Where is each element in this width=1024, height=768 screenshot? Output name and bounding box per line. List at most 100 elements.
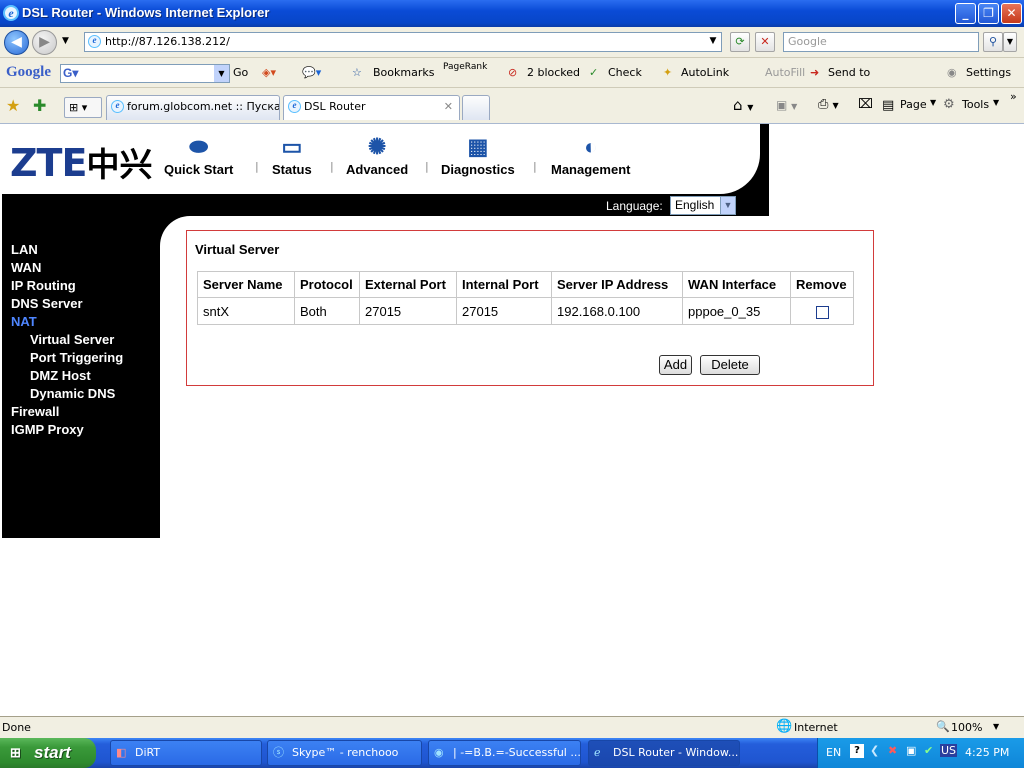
popup-blocker-icon: ⊘ — [508, 66, 518, 79]
sidebar-item-wan[interactable]: WAN — [11, 260, 41, 275]
address-dropdown-icon[interactable]: ▼ — [705, 32, 721, 52]
tools-icon: ⚙ — [943, 97, 955, 112]
home-icon[interactable]: ⌂ ▼ — [733, 96, 753, 114]
search-options-icon[interactable]: ▼ — [1003, 32, 1017, 52]
tab-label: forum.globcom.net :: Пуска... — [127, 100, 280, 113]
system-tray: EN ? ❮ ✖ ▣ ✔ US 4:25 PM — [817, 738, 1024, 768]
tools-menu[interactable]: Tools — [962, 98, 989, 111]
search-icon[interactable]: ⚲ — [983, 32, 1003, 52]
language-indicator[interactable]: EN — [826, 746, 841, 759]
nav-status[interactable]: ▭ Status — [272, 134, 312, 177]
antivirus-icon[interactable]: ✖ — [888, 744, 897, 757]
column-header: Remove — [790, 271, 854, 298]
sidebar-item-virtual-server[interactable]: Virtual Server — [30, 332, 114, 347]
bookmarks-menu[interactable]: Bookmarks — [373, 66, 434, 79]
google-chat-icon[interactable]: 💬▾ — [302, 66, 321, 79]
maximize-button[interactable]: ❐ — [978, 3, 999, 24]
stop-icon[interactable]: ✕ — [755, 32, 775, 52]
quick-start-icon: ⬬ — [189, 134, 209, 159]
google-g-icon: G▾ — [63, 66, 79, 80]
sidebar-item-igmp-proxy[interactable]: IGMP Proxy — [11, 422, 84, 437]
task-skype[interactable]: ⓢ Skype™ - renchooo — [267, 740, 422, 766]
sidebar-item-nat[interactable]: NAT — [11, 314, 37, 329]
remove-checkbox[interactable] — [815, 305, 829, 319]
sidebar-item-dynamic-dns[interactable]: Dynamic DNS — [30, 386, 115, 401]
chat-icon: ◉ — [434, 746, 444, 759]
check-button[interactable]: Check — [608, 66, 642, 79]
feeds-icon[interactable]: ▣ ▼ — [776, 98, 797, 112]
sidebar-item-lan[interactable]: LAN — [11, 242, 38, 257]
sidebar-item-ip-routing[interactable]: IP Routing — [11, 278, 76, 293]
zoom-level[interactable]: 100% — [951, 721, 982, 734]
add-favorite-icon[interactable]: ✚ — [33, 96, 46, 115]
google-search-dropdown-icon[interactable]: ▼ — [214, 65, 229, 82]
network-icon[interactable]: ▣ — [906, 744, 916, 757]
star-icon: ☆ — [352, 66, 362, 79]
keyboard-layout[interactable]: US — [940, 744, 958, 757]
help-icon[interactable]: ? — [850, 744, 864, 758]
pagerank-label: PageRank — [443, 62, 488, 72]
sidebar-item-firewall[interactable]: Firewall — [11, 404, 59, 419]
tab-forum[interactable]: e forum.globcom.net :: Пуска... — [106, 95, 280, 120]
google-bookmark-icon[interactable]: ◈▾ — [262, 66, 276, 79]
chevron-left-icon[interactable]: ❮ — [870, 744, 879, 757]
zoom-icon: 🔍 — [936, 720, 950, 733]
task-dsl-router[interactable]: ℯ DSL Router - Window... — [588, 740, 740, 766]
print-icon[interactable]: ⎙ ▼ — [818, 97, 839, 112]
sidebar-item-port-triggering[interactable]: Port Triggering — [30, 350, 123, 365]
google-go-button[interactable]: Go — [233, 66, 248, 79]
delete-button[interactable]: Delete — [700, 355, 760, 375]
chevron-more-icon[interactable]: » — [1010, 90, 1017, 103]
language-select[interactable]: English ▼ — [670, 196, 736, 215]
sidebar-item-dns-server[interactable]: DNS Server — [11, 296, 83, 311]
column-header: WAN Interface — [682, 271, 791, 298]
forward-button[interactable]: ▶ — [32, 30, 57, 55]
page-menu[interactable]: Page — [900, 98, 927, 111]
minimize-button[interactable]: _ — [955, 3, 976, 24]
autofill-button[interactable]: AutoFill — [765, 66, 805, 79]
research-icon[interactable]: ⌧ — [858, 97, 873, 112]
autolink-button[interactable]: AutoLink — [681, 66, 729, 79]
column-header: Server IP Address — [551, 271, 683, 298]
window-titlebar[interactable]: e DSL Router - Windows Internet Explorer… — [0, 0, 1024, 27]
nav-quick-start[interactable]: ⬬ Quick Start — [164, 134, 233, 177]
new-tab-button[interactable] — [462, 95, 490, 120]
advanced-icon: ✺ — [367, 134, 387, 159]
virtual-server-table: Server Name Protocol External Port Inter… — [197, 271, 854, 325]
quick-tabs-icon[interactable]: ⊞ ▾ — [64, 97, 102, 118]
settings-button[interactable]: Settings — [966, 66, 1011, 79]
search-input[interactable]: Google — [783, 32, 979, 52]
zoom-dropdown-icon[interactable]: ▼ — [993, 722, 999, 731]
popup-blocked-count[interactable]: 2 blocked — [527, 66, 580, 79]
language-label: Language: — [606, 199, 663, 213]
tab-ie-icon: e — [288, 100, 301, 113]
close-button[interactable]: ✕ — [1001, 3, 1022, 24]
sidebar-item-dmz-host[interactable]: DMZ Host — [30, 368, 91, 383]
google-search-input[interactable]: G▾ ▼ — [60, 64, 230, 83]
task-chat[interactable]: ◉ | -=B.B.=-Successful ... — [428, 740, 581, 766]
cell-external-port: 27015 — [359, 297, 457, 325]
back-button[interactable]: ◀ — [4, 30, 29, 55]
tab-close-icon[interactable]: ✕ — [444, 96, 453, 118]
google-logo: Google — [6, 64, 51, 80]
column-header: Protocol — [294, 271, 360, 298]
page-icon: e — [88, 35, 101, 48]
favorites-star-icon[interactable]: ★ — [6, 96, 20, 115]
nav-management[interactable]: ◐ Management — [551, 134, 630, 177]
status-check-icon[interactable]: ✔ — [924, 744, 933, 757]
sendto-button[interactable]: Send to — [828, 66, 870, 79]
windows-flag-icon: ⊞ — [10, 745, 21, 760]
address-input[interactable]: http://87.126.138.212/ — [84, 32, 722, 52]
nav-separator: | — [255, 160, 259, 173]
nav-diagnostics[interactable]: ▦ Diagnostics — [441, 134, 515, 177]
nav-advanced[interactable]: ✺ Advanced — [346, 134, 408, 177]
refresh-icon[interactable]: ⟳ — [730, 32, 750, 52]
table-row: sntX Both 27015 27015 192.168.0.100 pppo… — [197, 297, 854, 325]
tab-dsl-router[interactable]: e DSL Router ✕ — [283, 95, 460, 120]
history-dropdown-icon[interactable]: ▼ — [62, 36, 69, 46]
add-button[interactable]: Add — [659, 355, 692, 375]
task-dirt[interactable]: ◧ DiRT — [110, 740, 262, 766]
start-button[interactable]: ⊞ start — [0, 738, 96, 768]
autolink-icon: ✦ — [663, 66, 673, 79]
cell-protocol: Both — [294, 297, 360, 325]
